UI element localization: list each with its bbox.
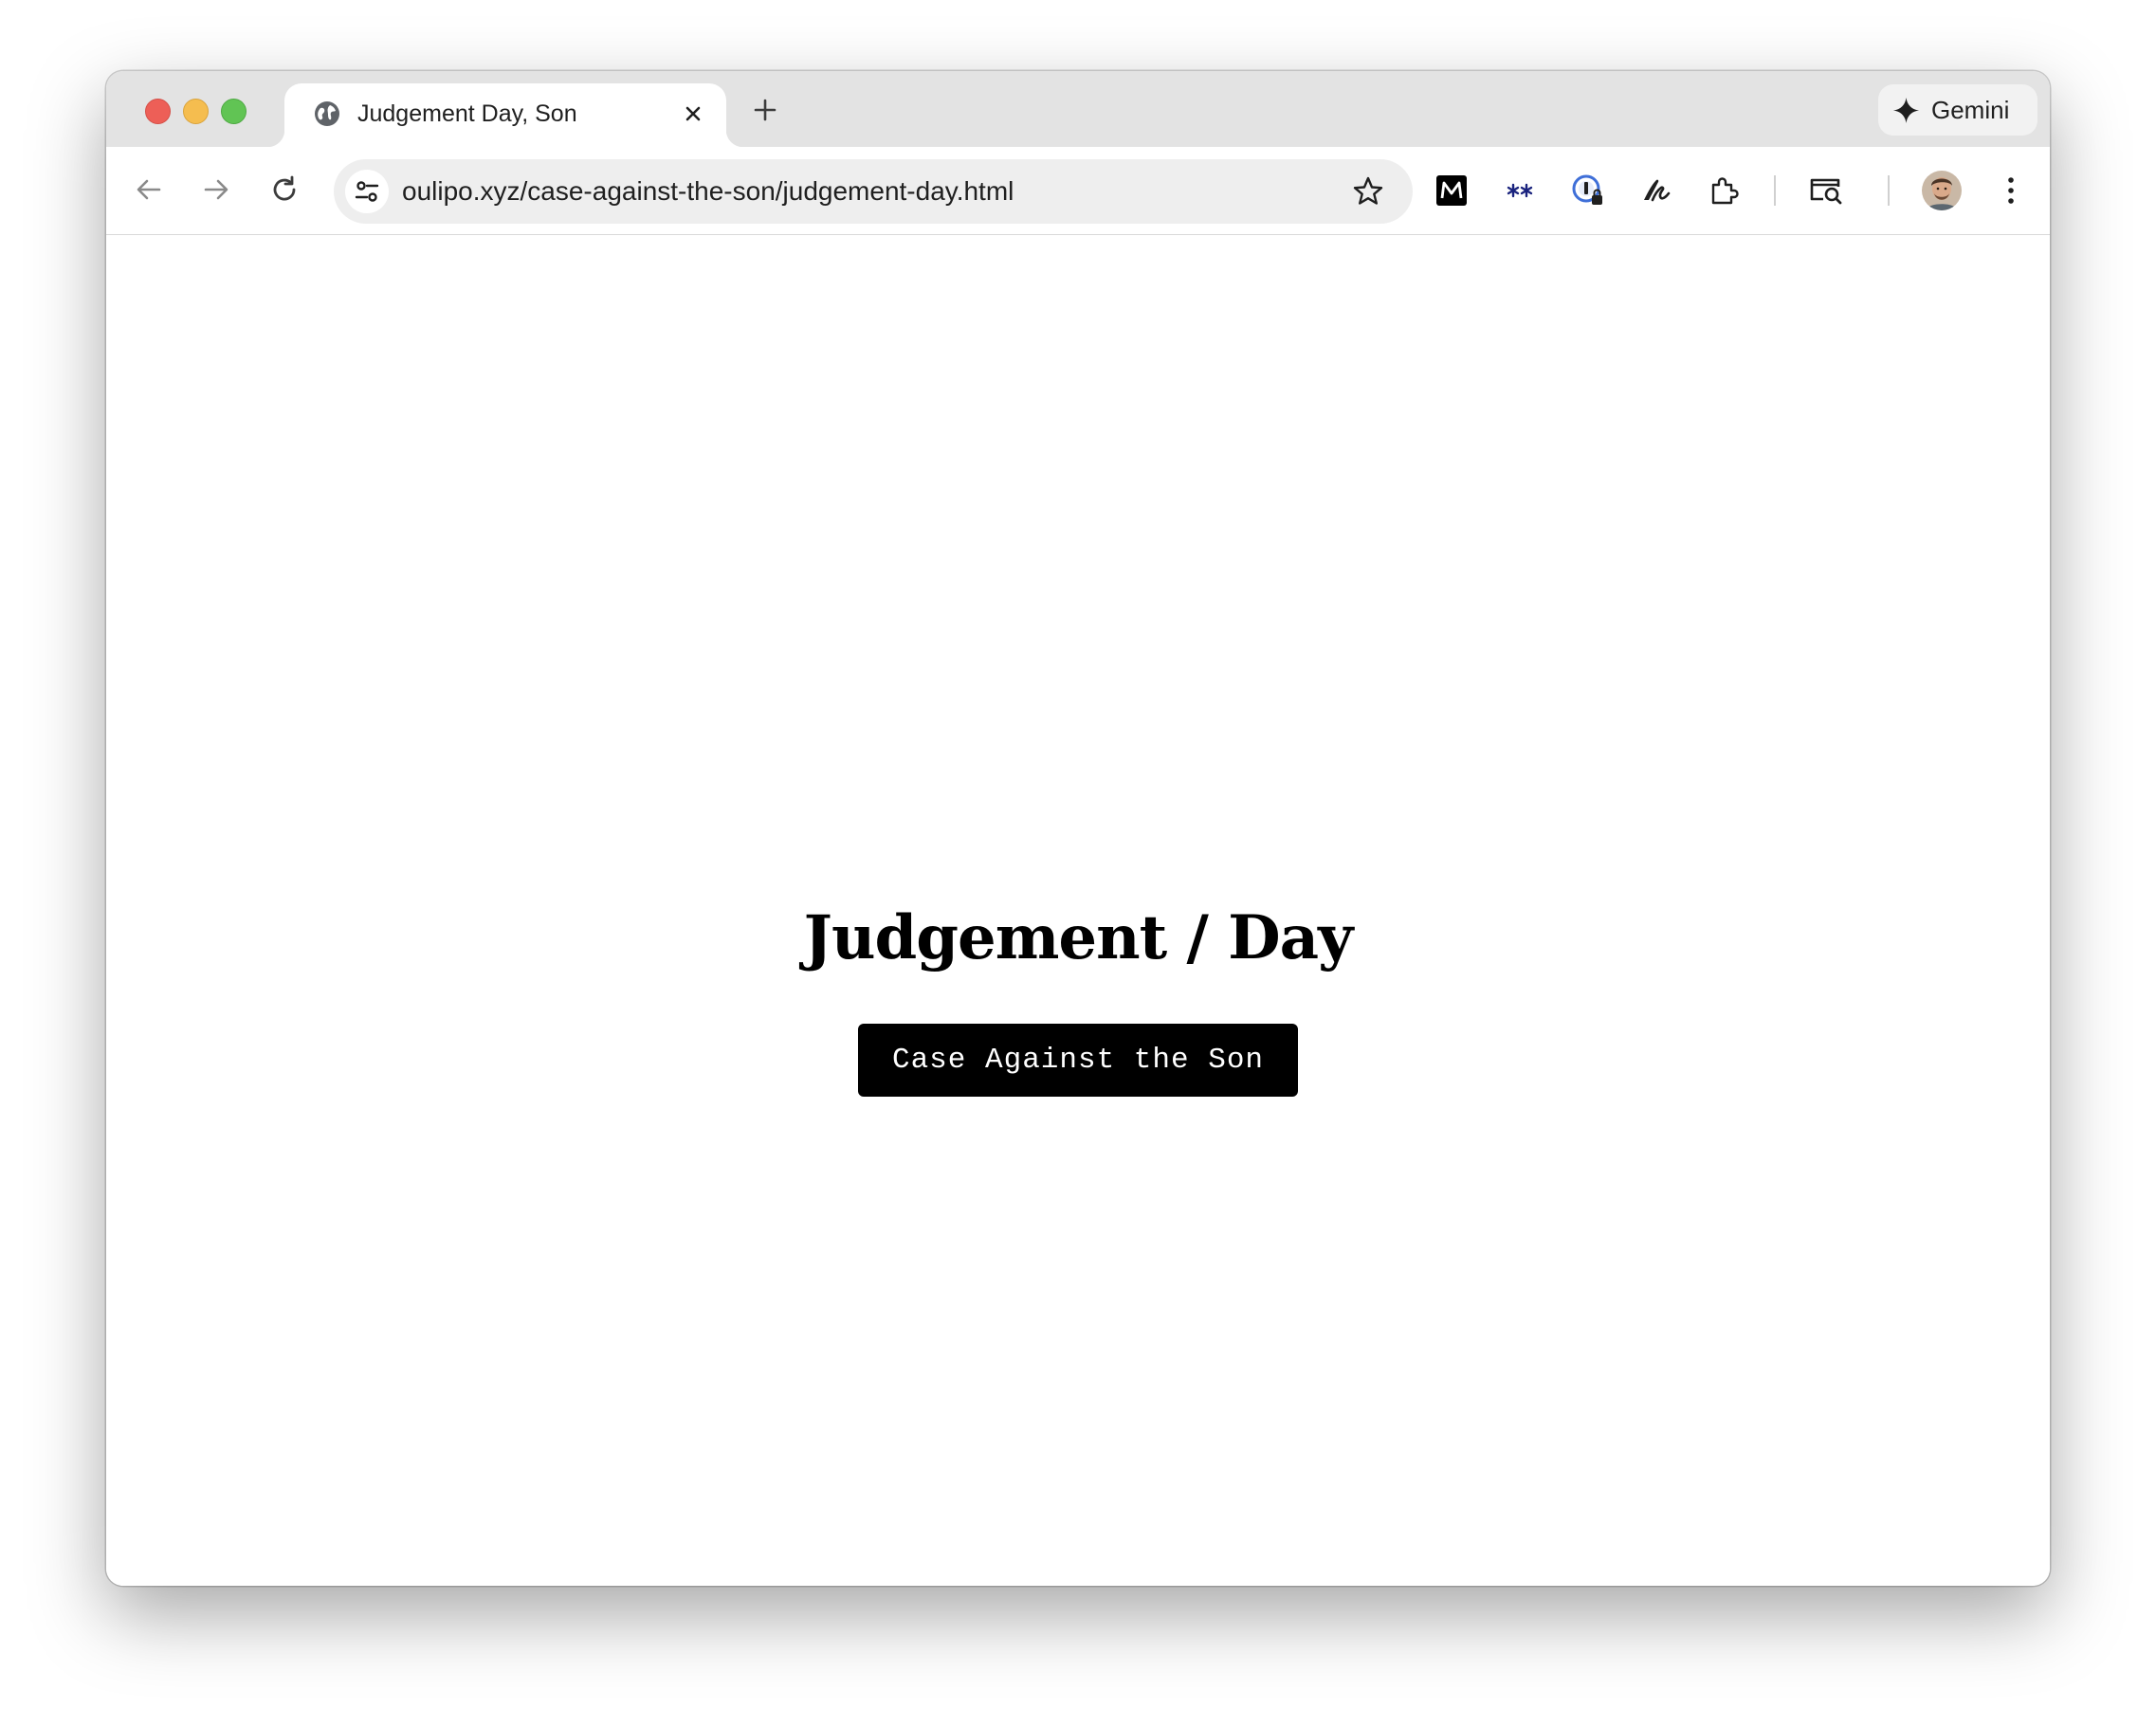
site-info-button[interactable] xyxy=(345,170,389,213)
asterisks-extension-button[interactable] xyxy=(1502,173,1538,209)
back-button[interactable] xyxy=(130,171,168,209)
toolbar-divider xyxy=(1774,175,1776,206)
script-icon xyxy=(1644,179,1671,202)
tab-strip: Judgement Day, Son Gemini xyxy=(106,71,2050,147)
tune-icon xyxy=(355,181,379,202)
script-extension-button[interactable] xyxy=(1638,173,1674,209)
sparkle-icon xyxy=(1892,97,1920,124)
password-manager-extension-button[interactable] xyxy=(1570,173,1606,209)
reload-icon xyxy=(273,175,296,201)
browser-menu-button[interactable] xyxy=(1993,173,2029,209)
page-content: Judgement / Day Case Against the Son xyxy=(106,235,2050,1586)
page-title: Judgement / Day xyxy=(803,902,1354,973)
arrow-left-icon xyxy=(137,179,161,200)
tab-title: Judgement Day, Son xyxy=(357,100,577,127)
more-vertical-icon xyxy=(2008,177,2014,204)
new-tab-button[interactable] xyxy=(749,94,781,126)
globe-icon xyxy=(315,101,339,126)
arrow-right-icon xyxy=(204,179,228,200)
gemini-label: Gemini xyxy=(1931,96,2010,124)
close-tab-button[interactable] xyxy=(679,100,707,128)
browser-toolbar: oulipo.xyz/case-against-the-son/judgemen… xyxy=(106,147,2050,235)
gemini-button[interactable]: Gemini xyxy=(1878,84,2037,136)
browser-window: Judgement Day, Son Gemini oulipo.xyz/cas… xyxy=(106,71,2050,1586)
screenshot-stage: Judgement Day, Son Gemini oulipo.xyz/cas… xyxy=(0,0,2156,1727)
asterisks-icon xyxy=(1507,183,1533,198)
medium-extension-button[interactable] xyxy=(1434,173,1470,209)
case-against-the-son-button[interactable]: Case Against the Son xyxy=(858,1024,1298,1097)
minimize-window-button[interactable] xyxy=(183,99,209,124)
password-manager-icon xyxy=(1572,174,1602,205)
url-text[interactable]: oulipo.xyz/case-against-the-son/judgemen… xyxy=(402,174,1014,209)
profile-avatar[interactable] xyxy=(1922,171,1962,210)
reload-button[interactable] xyxy=(265,171,303,209)
toolbar-divider-2 xyxy=(1888,175,1890,206)
profile-photo-icon xyxy=(1922,171,1962,210)
close-icon xyxy=(685,106,701,121)
address-bar[interactable]: oulipo.xyz/case-against-the-son/judgemen… xyxy=(334,159,1413,224)
active-tab[interactable]: Judgement Day, Son xyxy=(267,83,743,147)
zoom-window-button[interactable] xyxy=(221,99,247,124)
forward-button[interactable] xyxy=(197,171,235,209)
bookmark-star-icon[interactable] xyxy=(1352,175,1384,208)
puzzle-extensions-icon xyxy=(1711,177,1739,205)
plus-icon xyxy=(754,99,777,121)
medium-icon xyxy=(1436,175,1467,206)
extensions-menu-button[interactable] xyxy=(1707,173,1743,209)
close-window-button[interactable] xyxy=(145,99,171,124)
tab-search-icon xyxy=(1810,178,1842,205)
tab-search-button[interactable] xyxy=(1808,173,1844,209)
